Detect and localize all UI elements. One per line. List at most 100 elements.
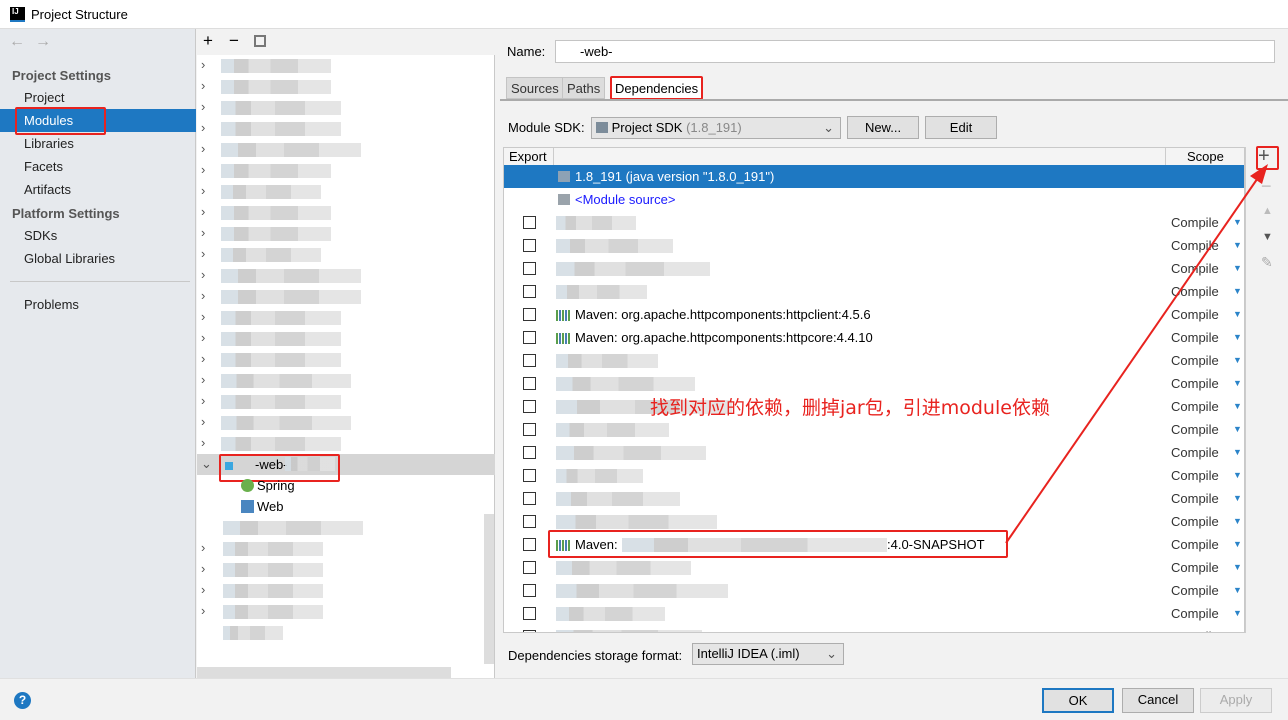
column-export[interactable]: Export: [509, 149, 547, 164]
chevron-right-icon[interactable]: ›: [201, 99, 205, 114]
sidebar-item-project[interactable]: Project: [0, 86, 196, 109]
back-icon[interactable]: ←: [9, 33, 25, 51]
tree-row[interactable]: ›: [197, 97, 487, 118]
table-row[interactable]: Compile ▼: [504, 602, 1244, 625]
tree-row[interactable]: ›: [197, 328, 487, 349]
export-checkbox[interactable]: [523, 423, 536, 436]
chevron-right-icon[interactable]: ›: [201, 204, 205, 219]
chevron-right-icon[interactable]: ›: [201, 141, 205, 156]
export-checkbox[interactable]: [523, 538, 536, 551]
apply-button[interactable]: Apply: [1200, 688, 1272, 713]
chevron-right-icon[interactable]: ›: [201, 582, 205, 597]
chevron-right-icon[interactable]: ›: [201, 78, 205, 93]
export-checkbox[interactable]: [523, 584, 536, 597]
chevron-right-icon[interactable]: ›: [201, 267, 205, 282]
tree-row[interactable]: ›: [197, 202, 487, 223]
tree-row[interactable]: ›: [197, 307, 487, 328]
export-checkbox[interactable]: [523, 377, 536, 390]
sidebar-item-facets[interactable]: Facets: [0, 155, 196, 178]
edit-sdk-button[interactable]: Edit: [925, 116, 997, 139]
tree-row[interactable]: ›: [197, 391, 487, 412]
sidebar-item-sdks[interactable]: SDKs: [0, 224, 196, 247]
export-checkbox[interactable]: [523, 239, 536, 252]
chevron-right-icon[interactable]: ›: [201, 120, 205, 135]
remove-module-button[interactable]: −: [229, 31, 239, 51]
cancel-button[interactable]: Cancel: [1122, 688, 1194, 713]
chevron-right-icon[interactable]: ›: [201, 309, 205, 324]
export-checkbox[interactable]: [523, 262, 536, 275]
chevron-right-icon[interactable]: ›: [201, 561, 205, 576]
export-checkbox[interactable]: [523, 308, 536, 321]
chevron-right-icon[interactable]: ›: [201, 540, 205, 555]
sidebar-item-artifacts[interactable]: Artifacts: [0, 178, 196, 201]
tree-row[interactable]: ›: [197, 223, 487, 244]
export-checkbox[interactable]: [523, 492, 536, 505]
sidebar-item-libraries[interactable]: Libraries: [0, 132, 196, 155]
tree-row[interactable]: ›: [197, 433, 487, 454]
tree-row[interactable]: ›: [197, 349, 487, 370]
tree-row[interactable]: ›: [197, 76, 487, 97]
export-checkbox[interactable]: [523, 216, 536, 229]
help-icon[interactable]: ?: [14, 692, 31, 709]
chevron-right-icon[interactable]: ›: [201, 435, 205, 450]
tree-row[interactable]: ›: [197, 265, 487, 286]
sidebar-item-global-libraries[interactable]: Global Libraries: [0, 247, 196, 270]
tree-row[interactable]: ›: [197, 118, 487, 139]
export-checkbox[interactable]: [523, 331, 536, 344]
scope-value[interactable]: Compile: [1171, 579, 1219, 602]
chevron-right-icon[interactable]: ›: [201, 246, 205, 261]
scope-value[interactable]: Compile: [1171, 556, 1219, 579]
tree-row[interactable]: ›: [197, 601, 487, 622]
tree-row[interactable]: ›: [197, 412, 487, 433]
tree-row[interactable]: ›: [197, 580, 487, 601]
scope-dropdown-icon[interactable]: ▼: [1233, 579, 1242, 602]
chevron-right-icon[interactable]: ›: [201, 330, 205, 345]
tree-row[interactable]: ›: [197, 244, 487, 265]
chevron-right-icon[interactable]: ›: [201, 351, 205, 366]
export-checkbox[interactable]: [523, 285, 536, 298]
horizontal-scrollbar[interactable]: [197, 667, 451, 678]
storage-format-dropdown[interactable]: IntelliJ IDEA (.iml) ⌄: [692, 643, 844, 665]
scope-value[interactable]: Compile: [1171, 602, 1219, 625]
module-sdk-dropdown[interactable]: Project SDK (1.8_191) ⌄: [591, 117, 841, 139]
chevron-right-icon[interactable]: ›: [201, 162, 205, 177]
scope-dropdown-icon[interactable]: ▼: [1233, 602, 1242, 625]
tree-row[interactable]: [197, 517, 487, 538]
export-checkbox[interactable]: [523, 630, 536, 632]
tree-row[interactable]: ›: [197, 559, 487, 580]
chevron-right-icon[interactable]: ›: [201, 393, 205, 408]
new-sdk-button[interactable]: New...: [847, 116, 919, 139]
chevron-right-icon[interactable]: ›: [201, 183, 205, 198]
chevron-down-icon[interactable]: ⌄: [201, 456, 212, 472]
forward-icon[interactable]: →: [35, 33, 51, 51]
export-checkbox[interactable]: [523, 515, 536, 528]
sidebar-item-problems[interactable]: Problems: [0, 293, 196, 316]
chevron-right-icon[interactable]: ›: [201, 603, 205, 618]
tab-paths[interactable]: Paths: [562, 77, 606, 99]
vertical-scrollbar[interactable]: [484, 514, 494, 664]
tree-row[interactable]: [197, 622, 487, 643]
tree-row[interactable]: ›: [197, 139, 487, 160]
module-name-input[interactable]: -web-: [555, 40, 1275, 63]
table-row[interactable]: Compile ▼: [504, 579, 1244, 602]
add-module-button[interactable]: +: [203, 31, 213, 51]
ok-button[interactable]: OK: [1042, 688, 1114, 713]
scope-dropdown-icon[interactable]: ▼: [1233, 625, 1242, 632]
scope-dropdown-icon[interactable]: ▼: [1233, 556, 1242, 579]
chevron-right-icon[interactable]: ›: [201, 57, 205, 72]
export-checkbox[interactable]: [523, 354, 536, 367]
tree-row[interactable]: ›: [197, 55, 487, 76]
tree-row[interactable]: ›: [197, 286, 487, 307]
tree-row-spring[interactable]: Spring: [197, 475, 487, 496]
tab-sources[interactable]: Sources: [506, 77, 564, 99]
table-row[interactable]: Compile ▼: [504, 625, 1244, 632]
chevron-right-icon[interactable]: ›: [201, 414, 205, 429]
tree-row[interactable]: ›: [197, 538, 487, 559]
tree-row[interactable]: ›: [197, 181, 487, 202]
chevron-right-icon[interactable]: ›: [201, 288, 205, 303]
export-checkbox[interactable]: [523, 400, 536, 413]
export-checkbox[interactable]: [523, 469, 536, 482]
tree-row-web[interactable]: Web: [197, 496, 487, 517]
export-checkbox[interactable]: [523, 446, 536, 459]
chevron-right-icon[interactable]: ›: [201, 372, 205, 387]
